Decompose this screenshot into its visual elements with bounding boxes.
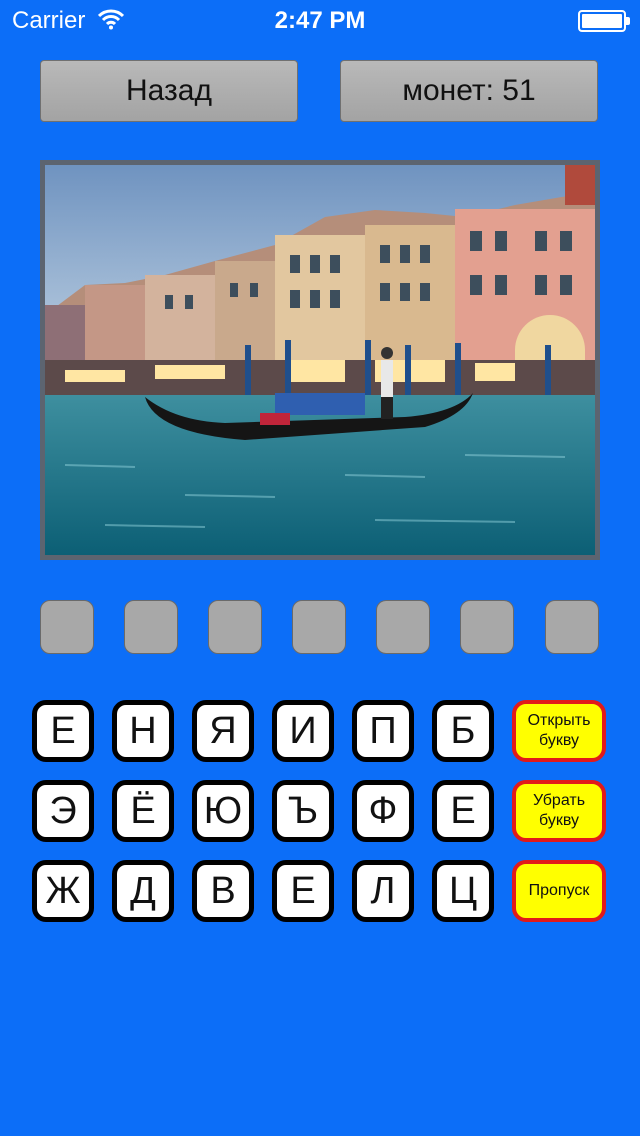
remove-letter-button[interactable]: Убрать букву (512, 780, 606, 842)
back-button[interactable]: Назад (40, 60, 298, 122)
letter-key[interactable]: Ё (112, 780, 174, 842)
answer-slot[interactable] (208, 600, 262, 654)
battery-icon (578, 10, 630, 32)
letter-key[interactable]: И (272, 700, 334, 762)
letter-key[interactable]: В (192, 860, 254, 922)
reveal-letter-button[interactable]: Открыть букву (512, 700, 606, 762)
coins-button[interactable]: монет: 51 (340, 60, 598, 122)
letter-key[interactable]: Ю (192, 780, 254, 842)
letter-key[interactable]: Я (192, 700, 254, 762)
answer-slot[interactable] (376, 600, 430, 654)
letter-key[interactable]: Е (272, 860, 334, 922)
letter-key[interactable]: П (352, 700, 414, 762)
answer-slot[interactable] (40, 600, 94, 654)
status-bar: Carrier 2:47 PM (0, 0, 640, 40)
answer-slot[interactable] (545, 600, 599, 654)
letter-key[interactable]: Э (32, 780, 94, 842)
letter-key[interactable]: Ф (352, 780, 414, 842)
answer-slot[interactable] (460, 600, 514, 654)
skip-button[interactable]: Пропуск (512, 860, 606, 922)
letter-key[interactable]: Ц (432, 860, 494, 922)
puzzle-photo (40, 160, 600, 560)
letter-key[interactable]: Ъ (272, 780, 334, 842)
answer-slot[interactable] (292, 600, 346, 654)
letter-key[interactable]: Д (112, 860, 174, 922)
venice-canal-photo (45, 165, 595, 555)
clock: 2:47 PM (274, 7, 366, 34)
letter-key[interactable]: Б (432, 700, 494, 762)
answer-slot[interactable] (124, 600, 178, 654)
answer-slots (0, 600, 640, 656)
letter-key[interactable]: Н (112, 700, 174, 762)
letter-key[interactable]: Ж (32, 860, 94, 922)
letter-key[interactable]: Л (352, 860, 414, 922)
letter-key[interactable]: Е (432, 780, 494, 842)
letter-key[interactable]: Е (32, 700, 94, 762)
